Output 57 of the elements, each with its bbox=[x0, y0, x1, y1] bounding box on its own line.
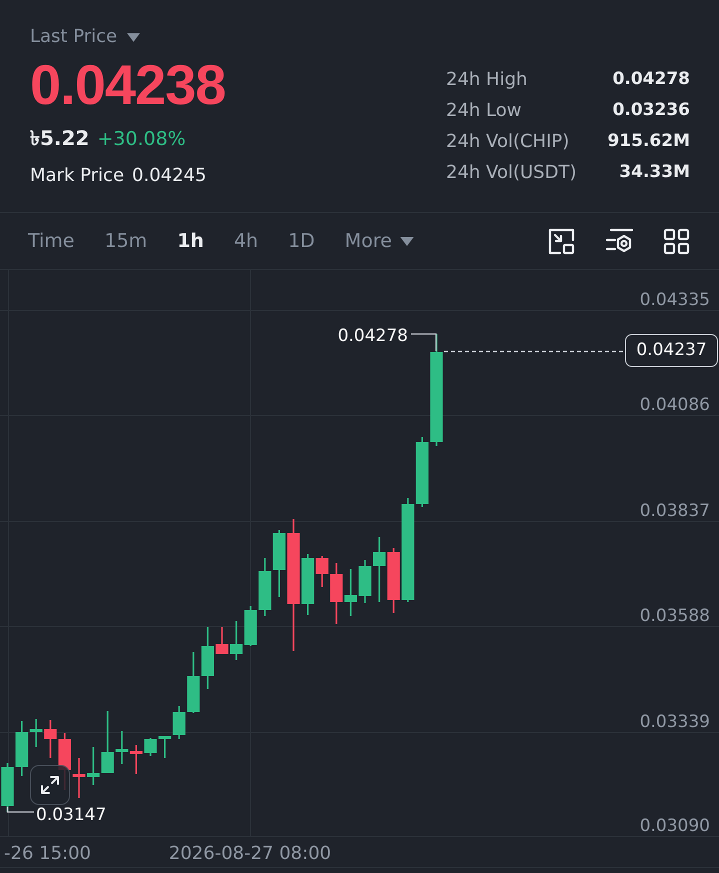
stat-value: 34.33M bbox=[618, 161, 690, 184]
frame-arrow-icon[interactable] bbox=[548, 228, 575, 254]
stat-label: 24h Vol(USDT) bbox=[446, 161, 578, 185]
caret-icon bbox=[400, 236, 414, 246]
stat-value: 0.03236 bbox=[612, 99, 690, 122]
candlestick bbox=[144, 738, 157, 756]
price-axis-label: 0.04335 bbox=[640, 290, 710, 310]
interval-tab[interactable]: Time bbox=[28, 228, 74, 254]
stat-label: 24h Vol(CHIP) bbox=[446, 130, 570, 154]
current-price-tag: 0.04237 bbox=[625, 334, 718, 367]
candlestick bbox=[116, 731, 128, 764]
interval-tab[interactable]: 15m bbox=[104, 228, 148, 254]
high-price-label: 0.04278 bbox=[338, 326, 408, 346]
price-axis-label: 0.03339 bbox=[640, 712, 710, 732]
candlestick bbox=[230, 621, 243, 660]
candlestick bbox=[244, 606, 257, 646]
interval-tab[interactable]: 4h bbox=[234, 228, 258, 254]
price-type-dropdown[interactable]: Last Price bbox=[30, 25, 140, 49]
candlestick bbox=[72, 758, 86, 798]
high-price-leader bbox=[411, 333, 437, 351]
expand-button[interactable] bbox=[30, 765, 70, 805]
stat-value: 915.62M bbox=[607, 130, 690, 153]
settings-list-icon[interactable] bbox=[605, 228, 633, 254]
more-menu-tab[interactable]: More bbox=[344, 228, 414, 254]
candlestick bbox=[201, 627, 214, 689]
time-axis-label: 2026-08-27 08:00 bbox=[168, 843, 332, 864]
candlestick bbox=[1, 763, 14, 812]
price-axis-label: 0.03090 bbox=[640, 816, 710, 836]
stat-label: 24h Low bbox=[446, 99, 522, 123]
candlestick bbox=[358, 560, 372, 603]
candlestick bbox=[258, 558, 272, 616]
candlestick bbox=[216, 627, 228, 654]
candlestick bbox=[130, 745, 142, 774]
candlestick bbox=[387, 548, 400, 613]
caret-icon bbox=[127, 32, 140, 42]
mark-price-value: 0.04245 bbox=[132, 164, 206, 188]
candlestick bbox=[373, 537, 386, 602]
price-axis-label: 0.03837 bbox=[640, 501, 710, 521]
interval-tab[interactable]: 1D bbox=[288, 228, 315, 254]
fiat-price: ৳5.22 bbox=[30, 125, 90, 151]
price-change-percent: +30.08% bbox=[97, 127, 186, 152]
stat-label: 24h High bbox=[446, 68, 528, 92]
grid-icon[interactable] bbox=[663, 228, 690, 254]
price-axis-label: 0.03588 bbox=[640, 606, 710, 626]
interval-tab[interactable]: 1h bbox=[177, 228, 204, 254]
mark-price-label: Mark Price bbox=[30, 164, 124, 188]
low-price-leader bbox=[6, 807, 34, 813]
time-axis-label: -26 15:00 bbox=[4, 843, 91, 864]
candlestick bbox=[330, 563, 343, 624]
candlestick bbox=[344, 569, 357, 616]
stat-value: 0.04278 bbox=[612, 68, 690, 91]
candlestick bbox=[187, 652, 200, 713]
low-price-label: 0.03147 bbox=[36, 805, 106, 825]
expand-icon bbox=[39, 774, 61, 796]
price-axis-label: 0.04086 bbox=[640, 395, 710, 415]
candlestick bbox=[272, 530, 286, 597]
last-price: 0.04238 bbox=[30, 53, 226, 117]
